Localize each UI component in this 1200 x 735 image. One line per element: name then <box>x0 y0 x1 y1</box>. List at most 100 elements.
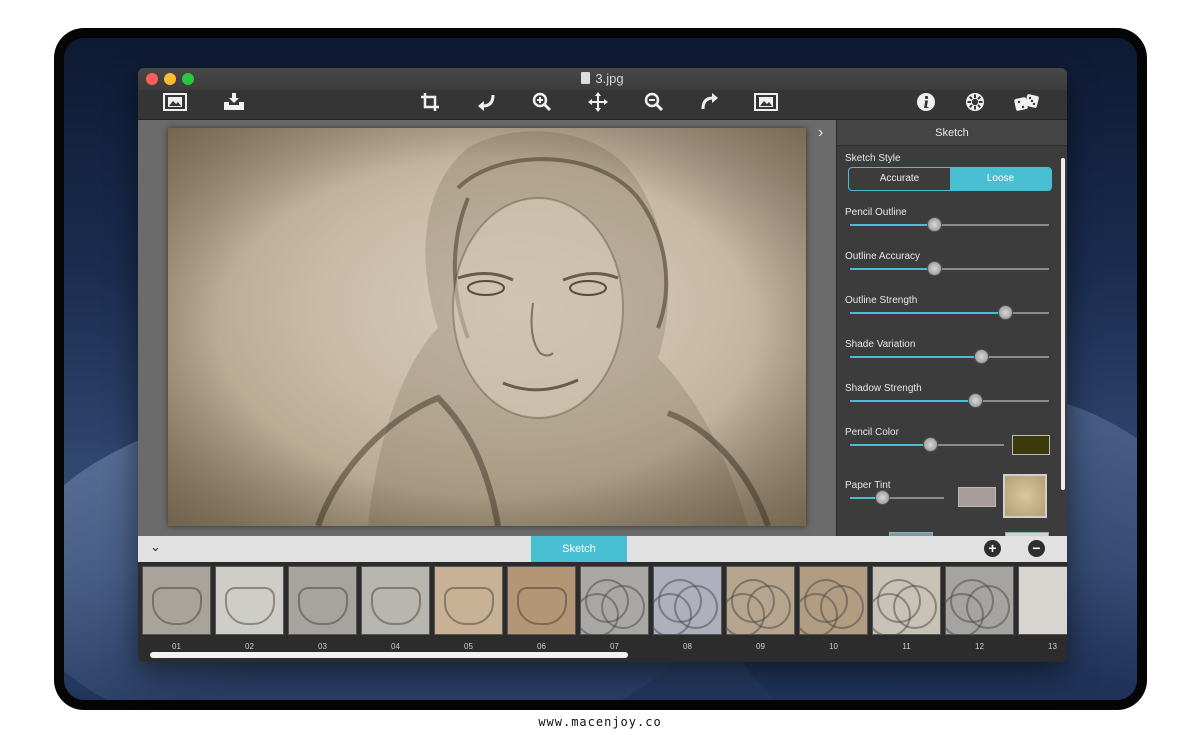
preset-number-label: 12 <box>975 642 984 651</box>
move-icon <box>588 92 608 112</box>
preset-number-label: 03 <box>318 642 327 651</box>
plus-icon: + <box>988 540 997 556</box>
crop-button[interactable] <box>417 92 443 118</box>
outline-accuracy-label: Outline Accuracy <box>845 251 921 262</box>
slider-knob[interactable] <box>974 349 990 364</box>
sketch-preview-image <box>168 128 806 526</box>
paper-texture-swatch[interactable] <box>1003 474 1047 518</box>
strip-scrollbar[interactable] <box>150 652 628 658</box>
preset-thumbnail[interactable] <box>142 566 211 635</box>
info-icon <box>917 93 935 111</box>
shadow-strength-slider[interactable] <box>850 393 1049 408</box>
save-button[interactable] <box>221 92 247 118</box>
fit-image-button[interactable] <box>753 92 779 118</box>
outline-strength-label: Outline Strength <box>845 295 918 306</box>
preset-number-label: 01 <box>172 642 181 651</box>
sketch-style-accurate[interactable]: Accurate <box>849 168 950 190</box>
preset-thumbnail[interactable] <box>945 566 1014 635</box>
pencil-color-slider[interactable] <box>850 437 1004 452</box>
rotate-right-icon <box>701 93 718 110</box>
rotate-left-icon <box>478 94 495 111</box>
zoom-out-icon <box>644 92 664 112</box>
preset-number-label: 07 <box>610 642 619 651</box>
preset-thumbnail[interactable] <box>1018 566 1067 635</box>
sketch-style-label: Sketch Style <box>845 153 901 164</box>
preset-number-label: 13 <box>1048 642 1057 651</box>
preset-thumbnail[interactable] <box>215 566 284 635</box>
slider-knob[interactable] <box>923 437 939 452</box>
slider-knob[interactable] <box>926 261 942 276</box>
shade-variation-slider[interactable] <box>850 349 1049 364</box>
app-window: 3.jpg › Sketch Sketch Style Accurate Loo… <box>138 68 1067 662</box>
random-preset-button[interactable] <box>1014 92 1040 118</box>
toolbar <box>138 90 1067 120</box>
preset-number-label: 06 <box>537 642 546 651</box>
collapse-strip-chevron-icon[interactable]: ⌄ <box>150 539 161 555</box>
preset-thumbnail[interactable] <box>580 566 649 635</box>
panel-title: Sketch <box>837 120 1067 146</box>
zoom-out-button[interactable] <box>641 92 667 118</box>
image-canvas: › <box>138 120 836 536</box>
preset-number-label: 09 <box>756 642 765 651</box>
fit-image-icon <box>754 93 778 111</box>
pencil-outline-label: Pencil Outline <box>845 207 907 218</box>
rotate-left-button[interactable] <box>473 92 499 118</box>
preset-thumbnail[interactable] <box>872 566 941 635</box>
rotate-right-button[interactable] <box>697 92 723 118</box>
preset-number-label: 05 <box>464 642 473 651</box>
remove-preset-button[interactable]: − <box>1028 540 1045 557</box>
preset-thumbnail[interactable] <box>799 566 868 635</box>
preset-thumbnail[interactable] <box>288 566 357 635</box>
slider-knob[interactable] <box>968 393 984 408</box>
slider-knob[interactable] <box>926 217 942 232</box>
shade-variation-label: Shade Variation <box>845 339 916 350</box>
toggle-panel-chevron-icon[interactable]: › <box>818 124 823 142</box>
save-icon <box>224 93 244 110</box>
preset-number-label: 04 <box>391 642 400 651</box>
preset-number-label: 02 <box>245 642 254 651</box>
open-image-icon <box>163 93 187 111</box>
sketch-settings-panel: Sketch Sketch Style Accurate Loose Penci… <box>836 120 1067 540</box>
close-window-button[interactable] <box>146 73 158 85</box>
add-preset-button[interactable]: + <box>984 540 1001 557</box>
settings-button[interactable] <box>962 92 988 118</box>
paper-tint-swatch[interactable] <box>958 487 996 507</box>
outline-accuracy-slider[interactable] <box>850 261 1049 276</box>
zoom-in-button[interactable] <box>529 92 555 118</box>
sketch-style-loose[interactable]: Loose <box>950 168 1051 190</box>
move-button[interactable] <box>585 92 611 118</box>
open-image-button[interactable] <box>162 92 188 118</box>
title-bar: 3.jpg <box>138 68 1067 90</box>
preset-thumbnail-strip: 01 02 03 04 05 06 07 08 09 10 11 12 13 <box>138 562 1067 662</box>
sketch-style-segmented-control: Accurate Loose <box>848 167 1052 191</box>
preset-thumbnail[interactable] <box>361 566 430 635</box>
minimize-window-button[interactable] <box>164 73 176 85</box>
outline-strength-slider[interactable] <box>850 305 1049 320</box>
info-button[interactable] <box>913 92 939 118</box>
settings-icon <box>966 93 984 111</box>
preset-strip-bar: ⌄ Sketch + − <box>138 536 1067 562</box>
slider-knob[interactable] <box>998 305 1014 320</box>
document-icon <box>581 72 591 84</box>
preset-thumbnail[interactable] <box>726 566 795 635</box>
zoom-in-icon <box>532 92 552 112</box>
maximize-window-button[interactable] <box>182 73 194 85</box>
pencil-color-swatch[interactable] <box>1012 435 1050 455</box>
panel-scrollbar[interactable] <box>1061 158 1065 490</box>
pencil-color-label: Pencil Color <box>845 427 899 438</box>
paper-tint-slider[interactable] <box>850 490 944 505</box>
shadow-strength-label: Shadow Strength <box>845 383 922 394</box>
preset-thumbnail[interactable] <box>507 566 576 635</box>
watermark-text: www.macenjoy.co <box>538 715 662 729</box>
window-title: 3.jpg <box>595 71 624 86</box>
preset-thumbnail[interactable] <box>653 566 722 635</box>
dice-icon <box>1014 94 1039 111</box>
pencil-outline-slider[interactable] <box>850 217 1049 232</box>
preset-category-tab[interactable]: Sketch <box>531 536 627 562</box>
slider-knob[interactable] <box>874 490 890 505</box>
preset-number-label: 08 <box>683 642 692 651</box>
preset-number-label: 11 <box>902 642 911 651</box>
minus-icon: − <box>1032 540 1041 556</box>
preset-thumbnail[interactable] <box>434 566 503 635</box>
crop-icon <box>421 93 439 111</box>
